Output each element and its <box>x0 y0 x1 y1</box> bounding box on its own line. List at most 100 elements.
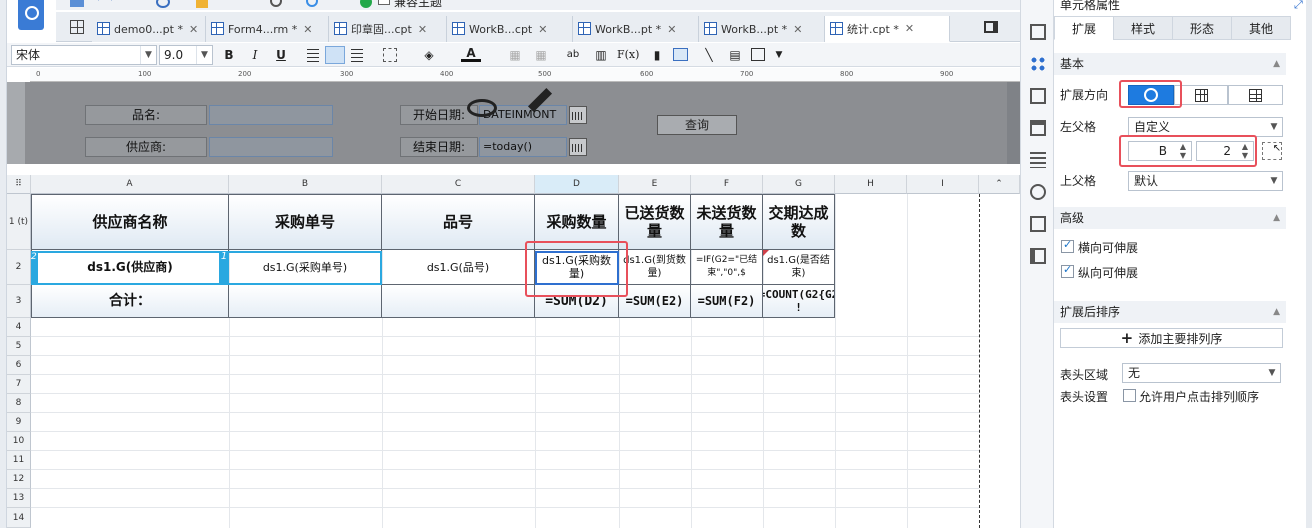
cell-c3[interactable] <box>382 285 535 318</box>
cell-g1[interactable]: 交期达成数 <box>763 194 835 250</box>
text-icon[interactable]: ab <box>563 46 583 64</box>
tab-workbook-3[interactable]: WorkB...pt * ✕ <box>699 16 825 42</box>
frame-icon[interactable] <box>751 48 765 61</box>
col-header-b[interactable]: B <box>229 175 382 194</box>
cell-b1[interactable]: 采购单号 <box>229 194 382 250</box>
end-date-input[interactable]: =today() <box>479 137 567 157</box>
bold-button[interactable]: B <box>219 46 239 64</box>
cell-f3[interactable]: =SUM(F2) <box>691 285 763 318</box>
col-header-g[interactable]: G <box>763 175 835 194</box>
underline-button[interactable]: U <box>271 46 291 64</box>
supplier-input[interactable] <box>209 137 333 157</box>
row-header-2[interactable]: 2 <box>7 250 31 285</box>
name-input[interactable] <box>209 105 333 125</box>
col-header-f[interactable]: F <box>691 175 763 194</box>
close-icon[interactable]: ✕ <box>418 23 427 36</box>
expand-vertical-button[interactable] <box>1174 85 1228 105</box>
export-icon[interactable] <box>1030 248 1046 264</box>
location-icon[interactable] <box>306 0 318 7</box>
tab-form[interactable]: 形态 <box>1172 16 1232 40</box>
cell-e2[interactable]: ds1.G(到货数量) <box>619 250 691 285</box>
font-color-icon[interactable]: A <box>461 46 481 62</box>
paint-icon[interactable] <box>196 0 208 8</box>
col-header-scroll[interactable]: ⌃ <box>979 175 1020 194</box>
add-sort-button[interactable]: + 添加主要排列序 <box>1060 328 1283 348</box>
row-header-14[interactable]: 14 <box>7 508 31 528</box>
tab-expand[interactable]: 扩展 <box>1054 16 1114 40</box>
tab-stats[interactable]: 统计.cpt * ✕ <box>825 16 950 42</box>
data-icon[interactable] <box>1030 216 1046 232</box>
horizontal-expand-checkbox[interactable] <box>1061 238 1074 253</box>
allow-sort-checkbox[interactable] <box>1123 389 1136 402</box>
row-header-3[interactable]: 3 <box>7 285 31 318</box>
preview-icon[interactable] <box>270 0 282 7</box>
chevron-down-icon[interactable]: ▼ <box>769 46 789 64</box>
app-search-icon[interactable] <box>18 0 44 30</box>
save-icon[interactable] <box>70 0 84 7</box>
sort-section[interactable]: 扩展后排序 ▲ <box>1054 301 1286 323</box>
calendar-icon[interactable] <box>569 106 587 124</box>
row-header-8[interactable]: 8 <box>7 394 31 413</box>
expand-arrow-icon[interactable]: ⤢ <box>1294 0 1303 12</box>
cell-c2[interactable]: ds1.G(品号) <box>382 250 535 285</box>
tab-style[interactable]: 样式 <box>1113 16 1173 40</box>
col-header-h[interactable]: H <box>835 175 907 194</box>
image-icon[interactable] <box>673 48 688 61</box>
formula-icon[interactable]: F(x) <box>617 46 639 64</box>
cell-attribute-icon[interactable] <box>1030 56 1046 72</box>
cell-element-icon[interactable] <box>1030 24 1046 40</box>
col-header-c[interactable]: C <box>382 175 535 194</box>
cell-a3[interactable]: 合计： <box>31 285 229 318</box>
cell-g2[interactable]: ds1.G(是否结束) <box>763 250 835 285</box>
undo-icon[interactable] <box>98 0 112 6</box>
row-header-13[interactable]: 13 <box>7 489 31 508</box>
cut-icon[interactable] <box>156 0 170 8</box>
top-parent-select[interactable]: 默认 ▼ <box>1128 171 1283 191</box>
col-header-d[interactable]: D <box>535 175 619 194</box>
cell-e1[interactable]: 已送货数量 <box>619 194 691 250</box>
cell-f2[interactable]: =IF(G2="已结束","0",$ <box>691 250 763 285</box>
close-icon[interactable]: ✕ <box>793 23 802 36</box>
row-header-5[interactable]: 5 <box>7 337 31 356</box>
col-header-a[interactable]: A <box>31 175 229 194</box>
cell-c1[interactable]: 品号 <box>382 194 535 250</box>
close-icon[interactable]: ✕ <box>905 22 914 35</box>
row-header-11[interactable]: 11 <box>7 451 31 470</box>
cell-g3[interactable]: =COUNT(G2{G2 ! <box>763 285 835 318</box>
row-header-6[interactable]: 6 <box>7 356 31 375</box>
pick-cell-icon[interactable]: ↖ <box>1262 142 1282 160</box>
query-button[interactable]: 查询 <box>657 115 737 135</box>
float-element-icon[interactable] <box>1030 88 1046 104</box>
check-icon[interactable] <box>360 0 372 8</box>
slash-icon[interactable]: ╲ <box>699 46 719 64</box>
tab-other[interactable]: 其他 <box>1231 16 1291 40</box>
left-parent-select[interactable]: 自定义 ▼ <box>1128 117 1283 137</box>
font-family-select[interactable]: 宋体 ▼ <box>11 45 157 65</box>
vertical-expand-checkbox[interactable] <box>1061 263 1074 278</box>
align-left-icon[interactable] <box>303 46 323 64</box>
corner-select-all[interactable]: ⠿ <box>7 175 31 194</box>
italic-button[interactable]: I <box>245 46 265 64</box>
hyperlink-icon[interactable] <box>1030 184 1046 200</box>
tab-workbook-1[interactable]: WorkB...cpt ✕ <box>447 16 573 42</box>
theme-checkbox[interactable] <box>378 0 390 5</box>
panel-scrollbar[interactable] <box>1306 0 1312 528</box>
condition-icon[interactable] <box>1030 152 1046 168</box>
header-area-select[interactable]: 无 ▼ <box>1122 363 1281 383</box>
tab-seal[interactable]: 印章固...cpt ✕ <box>329 16 447 42</box>
cell-f1[interactable]: 未送货数量 <box>691 194 763 250</box>
row-header-7[interactable]: 7 <box>7 375 31 394</box>
row-header-4[interactable]: 4 <box>7 318 31 337</box>
widget-icon[interactable] <box>1030 120 1046 136</box>
cell-e3[interactable]: =SUM(E2) <box>619 285 691 318</box>
advanced-section[interactable]: 高级 ▲ <box>1054 207 1286 229</box>
align-right-icon[interactable] <box>347 46 367 64</box>
cell-b3[interactable] <box>229 285 382 318</box>
fill-color-icon[interactable]: ◈ <box>419 46 439 64</box>
row-header-9[interactable]: 9 <box>7 413 31 432</box>
close-icon[interactable]: ✕ <box>538 23 547 36</box>
close-icon[interactable]: ✕ <box>303 23 312 36</box>
tab-demo[interactable]: demo0...pt * ✕ <box>92 16 206 42</box>
row-header-12[interactable]: 12 <box>7 470 31 489</box>
close-icon[interactable]: ✕ <box>667 23 676 36</box>
